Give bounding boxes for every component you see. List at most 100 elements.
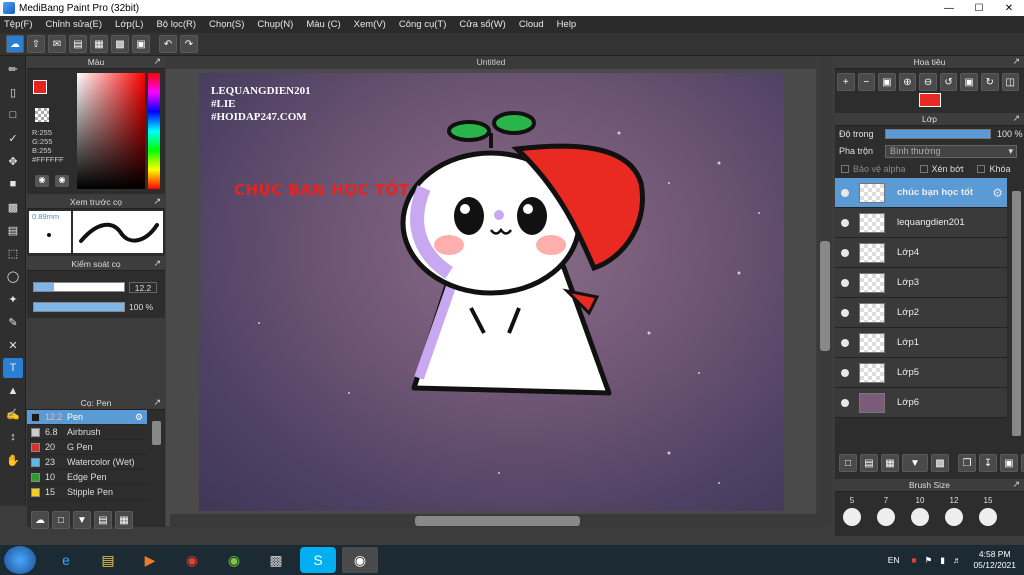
brush-item[interactable]: 20 G Pen bbox=[27, 440, 147, 455]
file-explorer-icon[interactable]: ▤ bbox=[90, 547, 126, 573]
hand-icon[interactable]: ✋ bbox=[3, 450, 23, 470]
coccoc-icon[interactable]: ◉ bbox=[216, 547, 252, 573]
layer-item[interactable]: Lớp6 bbox=[835, 388, 1007, 418]
zoom-icon[interactable]: ⊕ bbox=[898, 73, 917, 91]
eye-icon[interactable] bbox=[841, 218, 849, 227]
start-button[interactable] bbox=[4, 546, 36, 574]
brush-settings-icon[interactable]: ⚙ bbox=[135, 412, 143, 423]
brush-size-preset[interactable]: 10 bbox=[911, 496, 929, 526]
magic-wand-icon[interactable]: ✦ bbox=[3, 289, 23, 309]
media-player-icon[interactable]: ▶ bbox=[132, 547, 168, 573]
menu-color[interactable]: Màu (C) bbox=[306, 19, 340, 30]
menu-filter[interactable]: Bộ lọc(R) bbox=[156, 19, 196, 30]
menu-tools[interactable]: Công cụ(T) bbox=[399, 19, 447, 30]
folder-icon[interactable]: ▦ bbox=[115, 511, 133, 529]
move-icon[interactable]: ✥ bbox=[3, 151, 23, 171]
panel-popout-icon[interactable]: ↗ bbox=[1012, 113, 1020, 124]
redo-icon[interactable]: ↷ bbox=[180, 35, 198, 53]
network-icon[interactable]: ▮ bbox=[940, 555, 945, 566]
brush-item[interactable]: 12.2 Pen ⚙ bbox=[27, 410, 147, 425]
menu-file[interactable]: Tệp(F) bbox=[4, 19, 33, 30]
fill-rect-icon[interactable]: ■ bbox=[3, 174, 23, 194]
brush-item[interactable]: 6.8 Airbrush bbox=[27, 425, 147, 440]
panel-popout-icon[interactable]: ↗ bbox=[153, 397, 161, 408]
layer-item[interactable]: Lớp4 bbox=[835, 238, 1007, 268]
add-brush-icon[interactable]: ▼ bbox=[73, 511, 91, 529]
select-rect-icon[interactable]: ⬚ bbox=[3, 243, 23, 263]
bucket-icon[interactable]: ▩ bbox=[3, 197, 23, 217]
menu-view[interactable]: Xem(V) bbox=[354, 19, 386, 30]
layer-item[interactable]: Lớp1 bbox=[835, 328, 1007, 358]
brush-item[interactable]: 10 Edge Pen bbox=[27, 470, 147, 485]
skype-icon[interactable]: S bbox=[300, 547, 336, 573]
panel-popout-icon[interactable]: ↗ bbox=[153, 196, 161, 207]
dropper-icon[interactable]: ↕ bbox=[3, 427, 23, 447]
brush-size-preset[interactable]: 15 bbox=[979, 496, 997, 526]
layer-item[interactable]: Lớp2 bbox=[835, 298, 1007, 328]
image-icon[interactable]: ▣ bbox=[132, 35, 150, 53]
blend-mode-select[interactable]: Bình thường ▾ bbox=[885, 144, 1017, 158]
rectangle-icon[interactable]: □ bbox=[3, 105, 23, 125]
cloud-icon[interactable]: ☁ bbox=[6, 35, 24, 53]
layer-item[interactable]: lequangdien201 bbox=[835, 208, 1007, 238]
gradient-icon[interactable]: ▤ bbox=[3, 220, 23, 240]
panel-popout-icon[interactable]: ↗ bbox=[1012, 56, 1020, 67]
layer-item[interactable]: chúc bạn học tốt ⚙ bbox=[835, 178, 1007, 208]
eye-icon[interactable] bbox=[841, 308, 849, 317]
layer-property-icon[interactable]: ▣ bbox=[1000, 454, 1018, 472]
transparent-swatch[interactable] bbox=[35, 108, 49, 122]
layer-folder-icon[interactable]: ▩ bbox=[931, 454, 949, 472]
brush-item[interactable]: 15 Stipple Pen bbox=[27, 485, 147, 500]
layer-scrollbar[interactable] bbox=[1012, 191, 1021, 436]
language-indicator[interactable]: EN bbox=[888, 555, 900, 565]
eye-icon[interactable] bbox=[841, 248, 849, 257]
menu-help[interactable]: Help bbox=[557, 19, 577, 30]
panel-popout-icon[interactable]: ↗ bbox=[153, 258, 161, 269]
eye-icon[interactable] bbox=[841, 188, 849, 197]
page-icon[interactable]: ▦ bbox=[90, 35, 108, 53]
brush-size-preset[interactable]: 7 bbox=[877, 496, 895, 526]
drawing-canvas[interactable]: LEQUANGDIEN201 #LIE #HOIDAP247.COM CHÚC … bbox=[199, 73, 784, 511]
flip-icon[interactable]: ◫ bbox=[1001, 73, 1020, 91]
new-8bit-layer-icon[interactable]: ▦ bbox=[881, 454, 899, 472]
brush-list-scrollbar[interactable] bbox=[152, 421, 161, 445]
eye-icon[interactable] bbox=[841, 398, 849, 407]
grid-icon[interactable]: ▩ bbox=[111, 35, 129, 53]
foreground-color-swatch[interactable] bbox=[33, 80, 47, 94]
eye-icon[interactable] bbox=[841, 278, 849, 287]
navigator-preview[interactable] bbox=[835, 93, 1024, 109]
eye-icon[interactable] bbox=[841, 338, 849, 347]
zoom-out-icon[interactable]: − bbox=[857, 73, 876, 91]
brush-tool-icon[interactable]: ✏ bbox=[3, 59, 23, 79]
eye-icon[interactable] bbox=[841, 368, 849, 377]
undo-icon[interactable]: ↶ bbox=[159, 35, 177, 53]
new-halftone-layer-icon[interactable]: ▤ bbox=[860, 454, 878, 472]
select-pen-icon[interactable]: ✎ bbox=[3, 312, 23, 332]
document-icon[interactable]: ▤ bbox=[69, 35, 87, 53]
menu-select[interactable]: Chọn(S) bbox=[209, 19, 244, 30]
text-tool-icon[interactable]: T bbox=[3, 358, 23, 378]
fit-icon[interactable]: ▣ bbox=[878, 73, 896, 91]
zoom-minus-icon[interactable]: ⊖ bbox=[919, 73, 937, 91]
generic-app-icon[interactable]: ▩ bbox=[258, 547, 294, 573]
vertical-scrollbar[interactable] bbox=[818, 56, 832, 526]
select-eraser-icon[interactable]: ✕ bbox=[3, 335, 23, 355]
eyedropper-icon[interactable]: ✍ bbox=[3, 404, 23, 424]
flag-icon[interactable]: ⚑ bbox=[925, 555, 933, 566]
new-layer-icon[interactable]: □ bbox=[839, 454, 857, 472]
rotate-left-icon[interactable]: ↺ bbox=[939, 73, 958, 91]
chrome-icon[interactable]: ◉ bbox=[174, 547, 210, 573]
canvas-tab-title[interactable]: Untitled bbox=[166, 56, 816, 69]
brush-size-preset[interactable]: 12 bbox=[945, 496, 963, 526]
layer-item[interactable]: Lớp3 bbox=[835, 268, 1007, 298]
menu-capture[interactable]: Chụp(N) bbox=[257, 19, 293, 30]
duplicate-layer-icon[interactable]: ❐ bbox=[958, 454, 976, 472]
palette-icon[interactable]: ◉ bbox=[35, 175, 49, 187]
horizontal-scrollbar[interactable] bbox=[170, 514, 820, 528]
brush-item[interactable]: 23 Watercolor (Wet) bbox=[27, 455, 147, 470]
brush-opacity-slider[interactable] bbox=[33, 302, 125, 312]
menu-cloud[interactable]: Cloud bbox=[519, 19, 544, 30]
divide-icon[interactable]: ▲ bbox=[3, 381, 23, 401]
medibang-icon[interactable]: ◉ bbox=[342, 547, 378, 573]
reset-icon[interactable]: ▣ bbox=[960, 73, 978, 91]
